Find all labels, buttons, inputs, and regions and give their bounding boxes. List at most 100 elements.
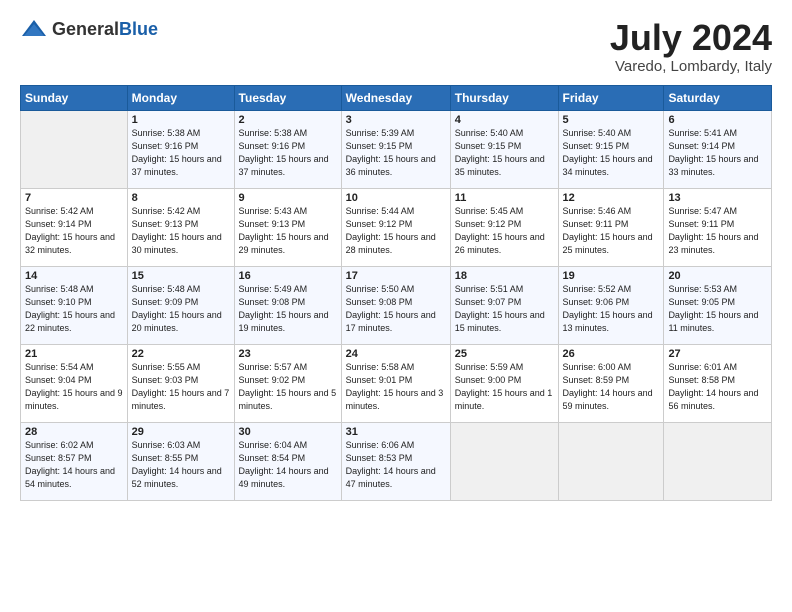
day-number: 20 bbox=[668, 270, 767, 282]
day-number: 29 bbox=[132, 426, 230, 438]
day-info: Sunrise: 5:58 AMSunset: 9:01 PMDaylight:… bbox=[346, 362, 444, 411]
calendar-cell bbox=[450, 422, 558, 500]
day-number: 5 bbox=[563, 114, 660, 126]
day-number: 24 bbox=[346, 348, 446, 360]
day-info: Sunrise: 5:53 AMSunset: 9:05 PMDaylight:… bbox=[668, 284, 758, 333]
page: GeneralBlue July 2024 Varedo, Lombardy, … bbox=[0, 0, 792, 511]
day-info: Sunrise: 6:00 AMSunset: 8:59 PMDaylight:… bbox=[563, 362, 653, 411]
calendar-week-3: 14 Sunrise: 5:48 AMSunset: 9:10 PMDayligh… bbox=[21, 266, 772, 344]
logo: GeneralBlue bbox=[20, 18, 158, 40]
day-info: Sunrise: 6:04 AMSunset: 8:54 PMDaylight:… bbox=[239, 440, 329, 489]
day-number: 25 bbox=[455, 348, 554, 360]
calendar-cell: 23Sunrise: 5:57 AMSunset: 9:02 PMDayligh… bbox=[234, 344, 341, 422]
calendar-cell: 20 Sunrise: 5:53 AMSunset: 9:05 PMDayligh… bbox=[664, 266, 772, 344]
day-info: Sunrise: 5:40 AMSunset: 9:15 PMDaylight:… bbox=[455, 128, 545, 177]
col-friday: Friday bbox=[558, 85, 664, 110]
day-info: Sunrise: 5:55 AMSunset: 9:03 PMDaylight:… bbox=[132, 362, 230, 411]
day-number: 30 bbox=[239, 426, 337, 438]
day-info: Sunrise: 5:42 AMSunset: 9:13 PMDaylight:… bbox=[132, 206, 222, 255]
calendar-cell: 5 Sunrise: 5:40 AMSunset: 9:15 PMDaylight… bbox=[558, 110, 664, 188]
day-info: Sunrise: 5:48 AMSunset: 9:09 PMDaylight:… bbox=[132, 284, 222, 333]
logo-blue: Blue bbox=[119, 19, 158, 39]
day-info: Sunrise: 5:50 AMSunset: 9:08 PMDaylight:… bbox=[346, 284, 436, 333]
day-info: Sunrise: 5:59 AMSunset: 9:00 PMDaylight:… bbox=[455, 362, 553, 411]
day-info: Sunrise: 5:44 AMSunset: 9:12 PMDaylight:… bbox=[346, 206, 436, 255]
day-number: 27 bbox=[668, 348, 767, 360]
day-number: 14 bbox=[25, 270, 123, 282]
day-info: Sunrise: 6:06 AMSunset: 8:53 PMDaylight:… bbox=[346, 440, 436, 489]
day-number: 26 bbox=[563, 348, 660, 360]
calendar-cell: 14 Sunrise: 5:48 AMSunset: 9:10 PMDayligh… bbox=[21, 266, 128, 344]
day-info: Sunrise: 5:46 AMSunset: 9:11 PMDaylight:… bbox=[563, 206, 653, 255]
day-info: Sunrise: 5:57 AMSunset: 9:02 PMDaylight:… bbox=[239, 362, 337, 411]
calendar-cell: 8 Sunrise: 5:42 AMSunset: 9:13 PMDaylight… bbox=[127, 188, 234, 266]
calendar-cell: 1Sunrise: 5:38 AMSunset: 9:16 PMDaylight… bbox=[127, 110, 234, 188]
calendar-cell: 24 Sunrise: 5:58 AMSunset: 9:01 PMDayligh… bbox=[341, 344, 450, 422]
calendar-cell: 17Sunrise: 5:50 AMSunset: 9:08 PMDayligh… bbox=[341, 266, 450, 344]
day-info: Sunrise: 5:51 AMSunset: 9:07 PMDaylight:… bbox=[455, 284, 545, 333]
day-info: Sunrise: 5:47 AMSunset: 9:11 PMDaylight:… bbox=[668, 206, 758, 255]
day-info: Sunrise: 5:39 AMSunset: 9:15 PMDaylight:… bbox=[346, 128, 436, 177]
col-tuesday: Tuesday bbox=[234, 85, 341, 110]
calendar-cell: 6 Sunrise: 5:41 AMSunset: 9:14 PMDaylight… bbox=[664, 110, 772, 188]
day-number: 2 bbox=[239, 114, 337, 126]
calendar-cell: 26 Sunrise: 6:00 AMSunset: 8:59 PMDayligh… bbox=[558, 344, 664, 422]
day-number: 6 bbox=[668, 114, 767, 126]
day-number: 18 bbox=[455, 270, 554, 282]
day-number: 22 bbox=[132, 348, 230, 360]
calendar-cell: 29Sunrise: 6:03 AMSunset: 8:55 PMDayligh… bbox=[127, 422, 234, 500]
calendar-cell: 9 Sunrise: 5:43 AMSunset: 9:13 PMDaylight… bbox=[234, 188, 341, 266]
day-number: 4 bbox=[455, 114, 554, 126]
day-number: 11 bbox=[455, 192, 554, 204]
day-number: 21 bbox=[25, 348, 123, 360]
logo-icon bbox=[20, 18, 48, 40]
calendar-cell: 13 Sunrise: 5:47 AMSunset: 9:11 PMDayligh… bbox=[664, 188, 772, 266]
calendar-cell: 18 Sunrise: 5:51 AMSunset: 9:07 PMDayligh… bbox=[450, 266, 558, 344]
calendar-cell: 22 Sunrise: 5:55 AMSunset: 9:03 PMDayligh… bbox=[127, 344, 234, 422]
calendar-cell: 2 Sunrise: 5:38 AMSunset: 9:16 PMDaylight… bbox=[234, 110, 341, 188]
calendar-cell: 3 Sunrise: 5:39 AMSunset: 9:15 PMDaylight… bbox=[341, 110, 450, 188]
day-info: Sunrise: 5:48 AMSunset: 9:10 PMDaylight:… bbox=[25, 284, 115, 333]
day-info: Sunrise: 5:41 AMSunset: 9:14 PMDaylight:… bbox=[668, 128, 758, 177]
col-thursday: Thursday bbox=[450, 85, 558, 110]
calendar-cell bbox=[21, 110, 128, 188]
col-monday: Monday bbox=[127, 85, 234, 110]
day-number: 31 bbox=[346, 426, 446, 438]
day-info: Sunrise: 6:02 AMSunset: 8:57 PMDaylight:… bbox=[25, 440, 115, 489]
day-number: 8 bbox=[132, 192, 230, 204]
day-info: Sunrise: 5:54 AMSunset: 9:04 PMDaylight:… bbox=[25, 362, 123, 411]
calendar-week-1: 1Sunrise: 5:38 AMSunset: 9:16 PMDaylight… bbox=[21, 110, 772, 188]
title-block: July 2024 Varedo, Lombardy, Italy bbox=[610, 18, 772, 75]
day-number: 7 bbox=[25, 192, 123, 204]
day-info: Sunrise: 5:38 AMSunset: 9:16 PMDaylight:… bbox=[239, 128, 329, 177]
calendar-table: Sunday Monday Tuesday Wednesday Thursday… bbox=[20, 85, 772, 501]
calendar-cell: 19Sunrise: 5:52 AMSunset: 9:06 PMDayligh… bbox=[558, 266, 664, 344]
day-info: Sunrise: 6:01 AMSunset: 8:58 PMDaylight:… bbox=[668, 362, 758, 411]
day-number: 12 bbox=[563, 192, 660, 204]
day-number: 19 bbox=[563, 270, 660, 282]
calendar-cell: 28Sunrise: 6:02 AMSunset: 8:57 PMDayligh… bbox=[21, 422, 128, 500]
calendar-cell: 12 Sunrise: 5:46 AMSunset: 9:11 PMDayligh… bbox=[558, 188, 664, 266]
day-info: Sunrise: 5:45 AMSunset: 9:12 PMDaylight:… bbox=[455, 206, 545, 255]
header-row: Sunday Monday Tuesday Wednesday Thursday… bbox=[21, 85, 772, 110]
day-number: 13 bbox=[668, 192, 767, 204]
calendar-cell: 15Sunrise: 5:48 AMSunset: 9:09 PMDayligh… bbox=[127, 266, 234, 344]
calendar-cell: 25 Sunrise: 5:59 AMSunset: 9:00 PMDayligh… bbox=[450, 344, 558, 422]
calendar-cell bbox=[664, 422, 772, 500]
calendar-week-4: 21 Sunrise: 5:54 AMSunset: 9:04 PMDayligh… bbox=[21, 344, 772, 422]
header: GeneralBlue July 2024 Varedo, Lombardy, … bbox=[20, 18, 772, 75]
calendar-cell: 27 Sunrise: 6:01 AMSunset: 8:58 PMDayligh… bbox=[664, 344, 772, 422]
day-number: 16 bbox=[239, 270, 337, 282]
calendar-cell: 4 Sunrise: 5:40 AMSunset: 9:15 PMDaylight… bbox=[450, 110, 558, 188]
col-wednesday: Wednesday bbox=[341, 85, 450, 110]
day-info: Sunrise: 5:40 AMSunset: 9:15 PMDaylight:… bbox=[563, 128, 653, 177]
calendar-cell: 31 Sunrise: 6:06 AMSunset: 8:53 PMDayligh… bbox=[341, 422, 450, 500]
calendar-week-5: 28Sunrise: 6:02 AMSunset: 8:57 PMDayligh… bbox=[21, 422, 772, 500]
day-number: 3 bbox=[346, 114, 446, 126]
calendar-cell: 7Sunrise: 5:42 AMSunset: 9:14 PMDaylight… bbox=[21, 188, 128, 266]
col-sunday: Sunday bbox=[21, 85, 128, 110]
calendar-cell: 16Sunrise: 5:49 AMSunset: 9:08 PMDayligh… bbox=[234, 266, 341, 344]
day-number: 9 bbox=[239, 192, 337, 204]
col-saturday: Saturday bbox=[664, 85, 772, 110]
day-info: Sunrise: 5:43 AMSunset: 9:13 PMDaylight:… bbox=[239, 206, 329, 255]
